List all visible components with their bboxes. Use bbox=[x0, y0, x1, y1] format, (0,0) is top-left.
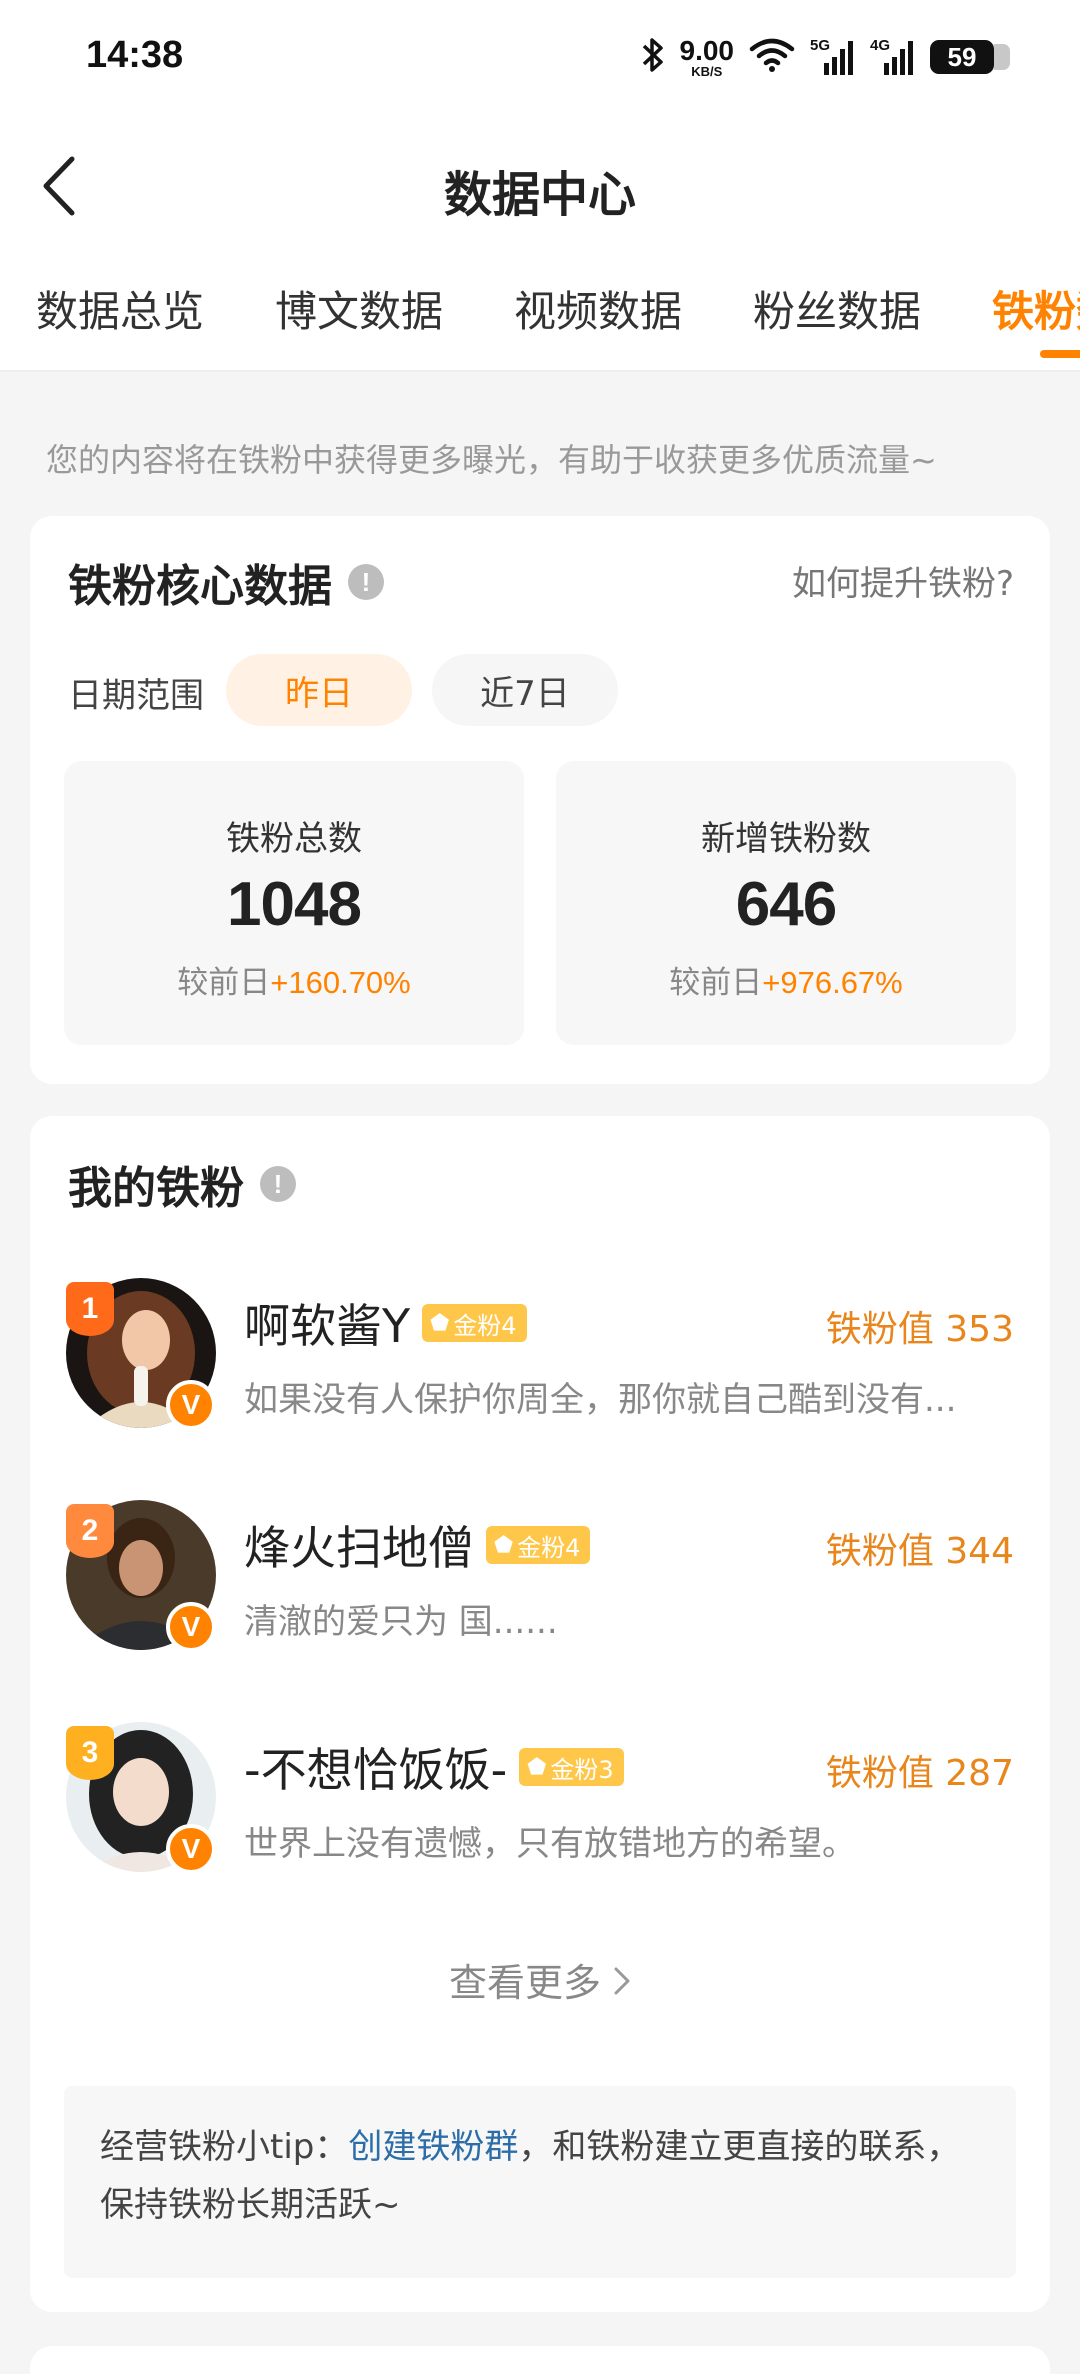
page-title: 数据中心 bbox=[443, 167, 636, 223]
view-more-button[interactable]: 查看更多 bbox=[30, 1952, 1050, 2007]
stat-compare: 较前日+976.67% bbox=[556, 957, 1016, 1002]
fan-row[interactable]: 3 V -不想恰饭饭- ⬟ 金粉3 铁粉值 287 世界上没有遗憾，只有放错地方的… bbox=[30, 1722, 1050, 1882]
tab-bar: 数据总览 博文数据 视频数据 粉丝数据 铁粉数据 bbox=[0, 278, 1080, 372]
bluetooth-icon bbox=[640, 37, 666, 77]
stat-compare: 较前日+160.70% bbox=[64, 957, 524, 1002]
fan-row[interactable]: 2 V 烽火扫地僧 ⬟ 金粉4 铁粉值 344 清澈的爱只为 国...... bbox=[30, 1500, 1050, 1660]
verified-v-icon: V bbox=[166, 1380, 216, 1430]
battery-level: 59 bbox=[947, 41, 977, 72]
date-range-label: 日期范围 bbox=[68, 676, 204, 716]
compare-value: +160.70% bbox=[270, 965, 411, 1000]
chip-yesterday[interactable]: 昨日 bbox=[226, 654, 412, 726]
tip-box: 经营铁粉小tip：创建铁粉群，和铁粉建立更直接的联系，保持铁粉长期活跃~ bbox=[64, 2086, 1016, 2278]
fan-level: 金粉4 bbox=[453, 1311, 517, 1340]
tab-posts[interactable]: 博文数据 bbox=[275, 278, 443, 339]
fan-level-badge: ⬟ 金粉4 bbox=[422, 1304, 527, 1342]
my-fans-title-row: 我的铁粉 ! bbox=[68, 1152, 296, 1216]
fan-name-row: 啊软酱Y ⬟ 金粉4 bbox=[244, 1290, 527, 1356]
fan-level-badge: ⬟ 金粉4 bbox=[486, 1526, 591, 1564]
fan-bio: 清澈的爱只为 国...... bbox=[244, 1602, 558, 1642]
fan-bio: 如果没有人保护你周全，那你就自己酷到没有... bbox=[244, 1380, 957, 1420]
stat-value: 646 bbox=[735, 870, 837, 939]
rank-badge: 1 bbox=[66, 1282, 114, 1336]
status-icons: 9.00 KB/S 5G 4G 59 bbox=[640, 34, 1010, 80]
status-time: 14:38 bbox=[86, 34, 184, 76]
info-icon[interactable]: ! bbox=[260, 1166, 296, 1202]
core-data-title-row: 铁粉核心数据 ! bbox=[68, 550, 384, 614]
fan-name-row: 烽火扫地僧 ⬟ 金粉4 bbox=[244, 1512, 591, 1578]
rank-badge: 2 bbox=[66, 1504, 114, 1558]
compare-label: 较前日 bbox=[177, 965, 271, 1001]
fan-name: 烽火扫地僧 bbox=[244, 1521, 474, 1575]
fan-name-row: -不想恰饭饭- ⬟ 金粉3 bbox=[244, 1734, 624, 1800]
compare-label: 较前日 bbox=[669, 965, 763, 1001]
notice-text: 您的内容将在铁粉中获得更多曝光，有助于收获更多优质流量~ bbox=[46, 441, 937, 479]
compare-value: +976.67% bbox=[762, 965, 903, 1000]
verified-v-icon: V bbox=[166, 1824, 216, 1874]
fan-level: 金粉4 bbox=[517, 1533, 581, 1562]
fan-level: 金粉3 bbox=[550, 1755, 614, 1784]
stat-new-fans: 新增铁粉数 646 较前日+976.67% bbox=[556, 761, 1016, 1045]
stat-label: 铁粉总数 bbox=[226, 819, 362, 859]
stat-value: 1048 bbox=[227, 870, 362, 939]
my-fans-card: 我的铁粉 ! 1 V 啊软酱Y ⬟ 金粉4 铁粉值 353 如果没有人保护你周全，… bbox=[30, 1116, 1050, 2312]
stat-label: 新增铁粉数 bbox=[701, 819, 871, 859]
tab-videos[interactable]: 视频数据 bbox=[514, 278, 682, 339]
tab-fans[interactable]: 粉丝数据 bbox=[753, 278, 921, 339]
signal-4g-icon: 4G bbox=[870, 37, 916, 77]
fan-value: 铁粉值 344 bbox=[825, 1531, 1014, 1572]
gem-icon: ⬟ bbox=[527, 1754, 547, 1780]
battery-icon: 59 bbox=[930, 40, 1010, 74]
fan-value: 铁粉值 287 bbox=[825, 1753, 1014, 1794]
divider bbox=[0, 370, 1080, 372]
rank-badge: 3 bbox=[66, 1726, 114, 1780]
gem-icon: ⬟ bbox=[494, 1532, 514, 1558]
verified-v-icon: V bbox=[166, 1602, 216, 1652]
create-fan-group-link[interactable]: 创建铁粉群 bbox=[348, 2127, 518, 2167]
fan-name: 啊软酱Y bbox=[244, 1299, 411, 1353]
wifi-icon bbox=[748, 37, 796, 77]
net-speed-unit: KB/S bbox=[691, 63, 723, 79]
signal-5g-icon: 5G bbox=[810, 37, 856, 77]
fan-bio: 世界上没有遗憾，只有放错地方的希望。 bbox=[244, 1824, 856, 1864]
core-data-card: 铁粉核心数据 ! 如何提升铁粉? 日期范围 昨日 近7日 铁粉总数 1048 较… bbox=[30, 516, 1050, 1084]
gem-icon: ⬟ bbox=[430, 1310, 450, 1336]
fan-name: -不想恰饭饭- bbox=[244, 1743, 508, 1797]
chevron-right-icon bbox=[613, 1961, 631, 2005]
active-tab-indicator bbox=[1040, 350, 1080, 358]
fan-value: 铁粉值 353 bbox=[825, 1309, 1014, 1350]
fan-level-badge: ⬟ 金粉3 bbox=[519, 1748, 624, 1786]
info-icon[interactable]: ! bbox=[348, 564, 384, 600]
stat-total-fans: 铁粉总数 1048 较前日+160.70% bbox=[64, 761, 524, 1045]
core-data-title: 铁粉核心数据 bbox=[68, 561, 332, 612]
fan-row[interactable]: 1 V 啊软酱Y ⬟ 金粉4 铁粉值 353 如果没有人保护你周全，那你就自己酷到… bbox=[30, 1278, 1050, 1438]
tip-prefix: 经营铁粉小tip： bbox=[100, 2127, 349, 2167]
net-speed-value: 9.00 bbox=[679, 34, 735, 66]
how-to-improve-link[interactable]: 如何提升铁粉? bbox=[792, 556, 1014, 605]
chip-7-days[interactable]: 近7日 bbox=[432, 654, 618, 726]
my-fans-title: 我的铁粉 bbox=[68, 1163, 244, 1214]
next-card bbox=[30, 2346, 1050, 2374]
view-more-label: 查看更多 bbox=[448, 1961, 601, 2005]
network-speed: 9.00 KB/S bbox=[679, 34, 735, 79]
tab-iron-fans[interactable]: 铁粉数据 bbox=[992, 278, 1080, 339]
tab-overview[interactable]: 数据总览 bbox=[36, 278, 204, 339]
